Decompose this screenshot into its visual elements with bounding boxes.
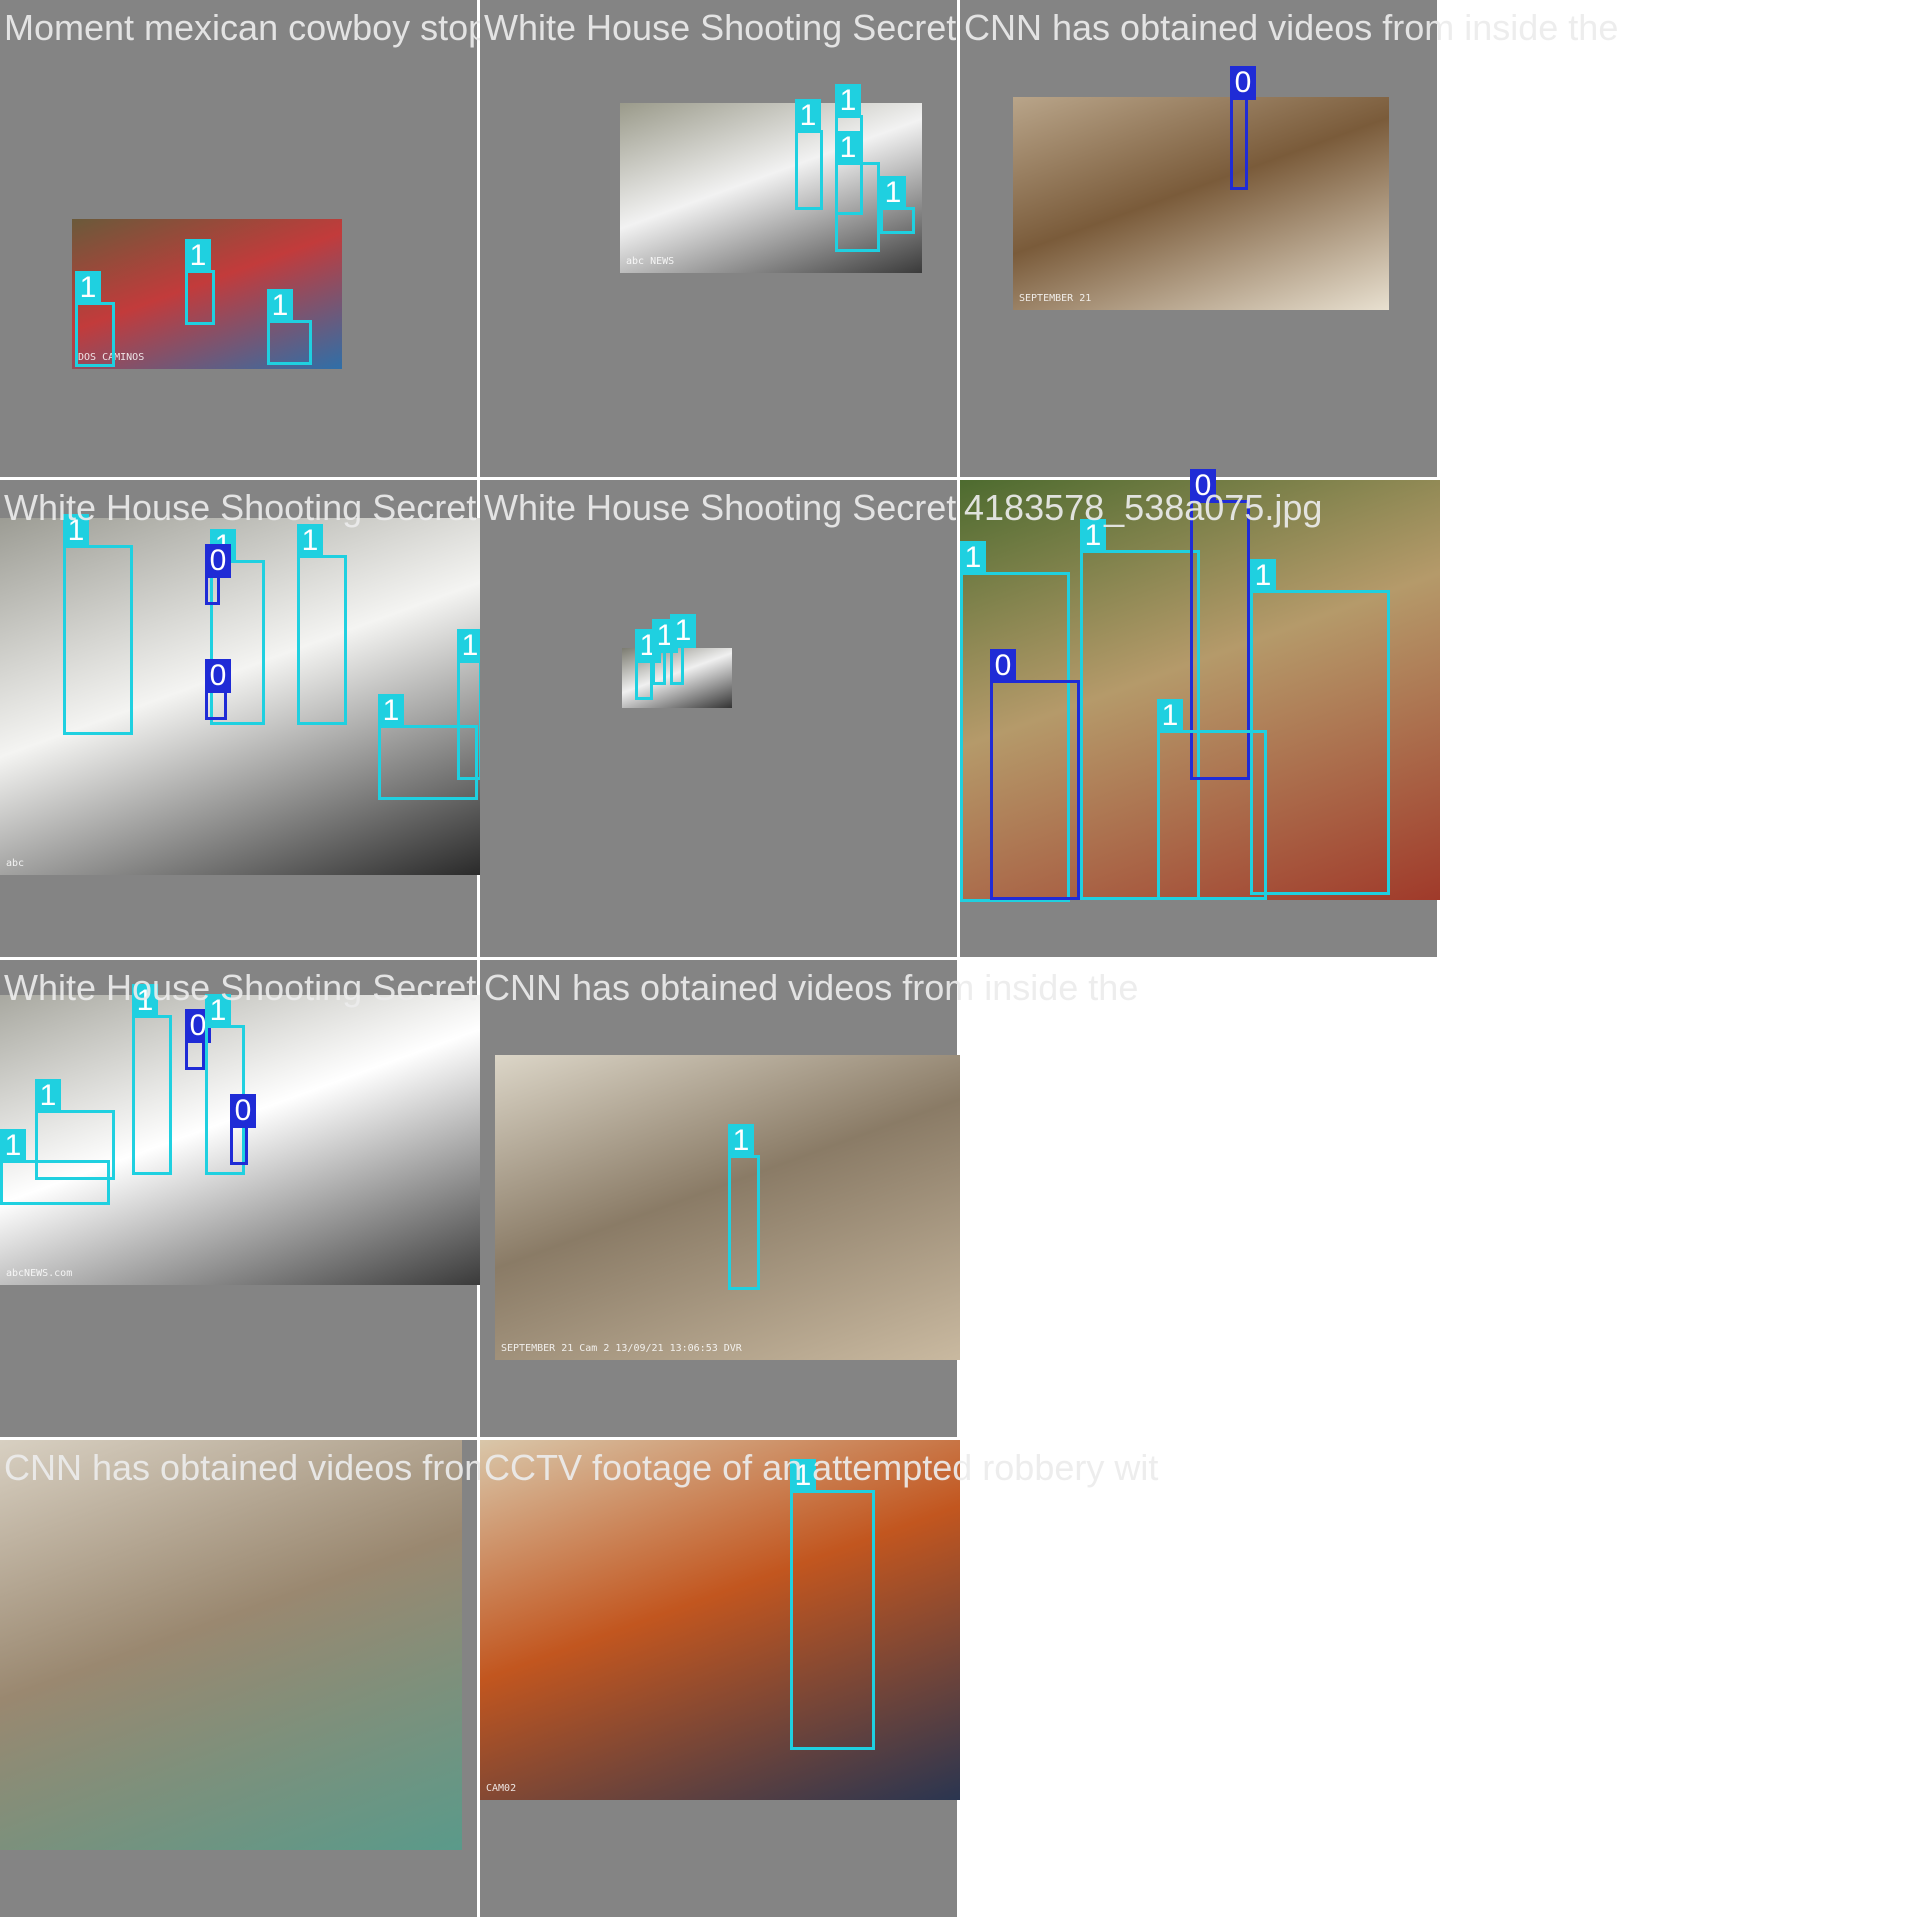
image-tile: abcNEWS.com 1 0 1 1 1 0 White House Shooting Se… [0, 960, 680, 1440]
detection-box: 0 [990, 649, 1080, 900]
detection-label: 1 [0, 1129, 26, 1163]
scene-photo: SEPTEMBER 21 [1013, 97, 1389, 310]
detection-label: 1 [728, 1124, 754, 1158]
detection-box: 1 [880, 176, 915, 234]
detection-box: 1 [1250, 559, 1390, 895]
detection-box: 1 [75, 271, 115, 367]
image-tile: CNN has obtained videos from inside the [0, 1440, 658, 1920]
detection-label: 1 [1080, 519, 1106, 553]
detection-box: 1 [670, 614, 696, 685]
scene-photo: CAM02 [480, 1440, 960, 1800]
detection-label: 1 [185, 239, 211, 273]
detection-label: 0 [205, 659, 231, 693]
image-tile: DOS CAMINOS1011Moment mexican cowboy sto… [0, 0, 742, 480]
watermark: abcNEWS.com [6, 1268, 73, 1279]
image-tile: abc NEWS 1 1 1 1 White House Shooting Secret … [480, 0, 1160, 480]
detection-box: 1 [790, 1459, 875, 1750]
detection-label: 1 [795, 99, 821, 133]
watermark: SEPTEMBER 21 Cam 2 13/09/21 13:06:53 DVR [501, 1343, 742, 1354]
detection-label: 1 [960, 541, 986, 575]
detection-label: 1 [1250, 559, 1276, 593]
detection-box: 1 [63, 514, 133, 735]
detection-label: 1 [75, 271, 101, 305]
detection-box: 1 [0, 1129, 110, 1205]
detection-box: 1 [652, 619, 678, 685]
detection-label: 1 [63, 514, 89, 548]
detection-label: 1 [835, 84, 861, 118]
detection-label: 1 [790, 1459, 816, 1493]
detection-label: 0 [1230, 66, 1256, 100]
tile-caption: CNN has obtained videos from inside the [484, 967, 1139, 1008]
detection-box: 1 [267, 289, 312, 365]
detection-box: 1 [795, 99, 823, 210]
watermark: abc [6, 858, 25, 869]
detection-label: 1 [670, 614, 696, 648]
detection-label: 1 [132, 984, 158, 1018]
tile-caption: CNN has obtained videos from inside the [964, 7, 1619, 48]
detection-label: 1 [835, 131, 861, 165]
detection-box: 0 [1230, 66, 1256, 190]
detection-label: 0 [1190, 469, 1216, 503]
detection-box: 0 [230, 1094, 256, 1165]
detection-box: 1 [835, 131, 880, 252]
detection-label: 1 [880, 176, 906, 210]
detection-label: 1 [35, 1079, 61, 1113]
image-tile: SEPTEMBER 21 Cam 2 13/09/21 13:06:53 DVR… [480, 960, 1138, 1440]
image-tile: SEPTEMBER 21 0 CNN has obtained videos fro… [960, 0, 1618, 480]
image-tile: abc1101011White House Shooting Secret Se… [0, 480, 680, 960]
detection-box: 0 [185, 1009, 211, 1070]
watermark: CAM02 [486, 1783, 517, 1794]
detection-box: 1 [132, 984, 172, 1175]
image-tile: 1 1 0 1 0 1 4183578_538a075.jpg [960, 469, 1440, 960]
detection-box: 1 [1157, 699, 1267, 900]
detection-label: 0 [205, 544, 231, 578]
detection-label: 1 [297, 524, 323, 558]
detection-box: 1 [297, 524, 347, 725]
detection-label: 0 [990, 649, 1016, 683]
watermark: SEPTEMBER 21 [1019, 293, 1092, 304]
scene-photo [0, 1440, 462, 1850]
mosaic-grid: DOS CAMINOS1011Moment mexican cowboy sto… [0, 0, 1920, 1920]
image-tile: CAM02 1 CCTV footage of an attempted robbe… [480, 1440, 1158, 1920]
image-tile: 1 1 1 White House Shooting Secret Service S… [480, 480, 1160, 960]
detection-box: 1 [378, 694, 478, 800]
detection-label: 0 [230, 1094, 256, 1128]
detection-box: 1 [728, 1124, 760, 1290]
detection-label: 1 [267, 289, 293, 323]
detection-label: 1 [205, 994, 231, 1028]
watermark: abc NEWS [626, 256, 675, 267]
detection-box: 0 [205, 544, 231, 605]
detection-box: 1 [185, 239, 215, 325]
detection-box: 0 [205, 659, 231, 720]
detection-box: 1 [635, 629, 661, 700]
detection-label: 1 [1157, 699, 1183, 733]
detection-label: 1 [378, 694, 404, 728]
